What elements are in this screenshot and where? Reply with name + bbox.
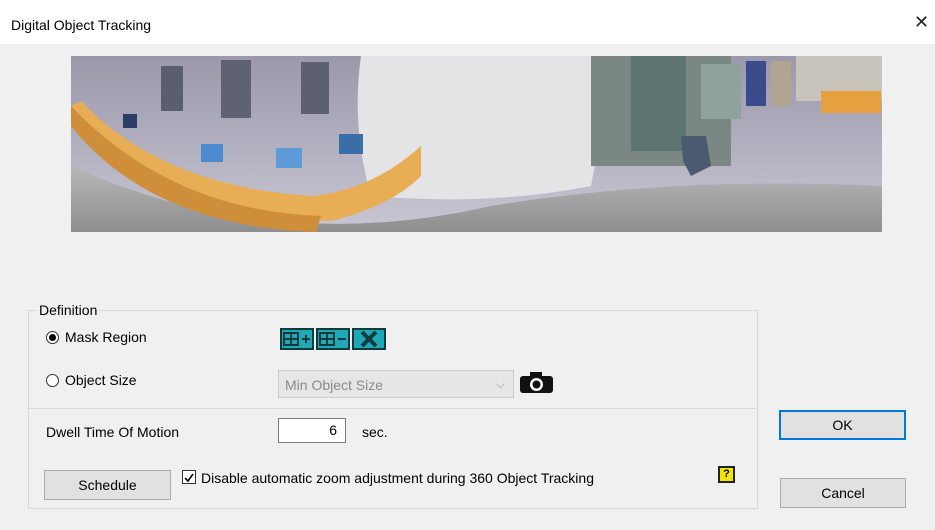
ok-button[interactable]: OK (779, 410, 906, 440)
checkmark-icon (184, 473, 194, 483)
object-size-select[interactable]: Min Object Size ⌵ (278, 370, 514, 398)
dwell-time-input[interactable]: 6 (278, 418, 346, 443)
dwell-time-label: Dwell Time Of Motion (46, 424, 180, 440)
chevron-down-icon: ⌵ (495, 377, 505, 391)
window-title: Digital Object Tracking (11, 17, 152, 33)
object-size-radio[interactable] (46, 374, 59, 387)
clear-region-icon[interactable] (352, 328, 386, 350)
add-region-icon[interactable] (280, 328, 314, 350)
close-icon[interactable]: ✕ (914, 13, 929, 31)
cancel-button[interactable]: Cancel (780, 478, 906, 508)
camera-icon[interactable] (519, 371, 554, 394)
mask-region-label[interactable]: Mask Region (65, 329, 147, 345)
disable-zoom-checkbox[interactable] (182, 470, 196, 484)
mask-region-radio[interactable] (46, 331, 59, 344)
remove-region-icon[interactable] (316, 328, 350, 350)
help-icon[interactable]: ? (718, 466, 735, 483)
object-size-label[interactable]: Object Size (65, 372, 137, 388)
definition-legend: Definition (37, 302, 100, 318)
panorama-preview[interactable] (71, 56, 882, 232)
disable-zoom-label[interactable]: Disable automatic zoom adjustment during… (201, 470, 594, 486)
object-size-select-value: Min Object Size (285, 377, 384, 393)
title-bar: Digital Object Tracking ✕ (0, 0, 935, 44)
group-divider (29, 408, 756, 409)
schedule-button[interactable]: Schedule (44, 470, 171, 500)
dwell-time-unit: sec. (362, 424, 388, 440)
